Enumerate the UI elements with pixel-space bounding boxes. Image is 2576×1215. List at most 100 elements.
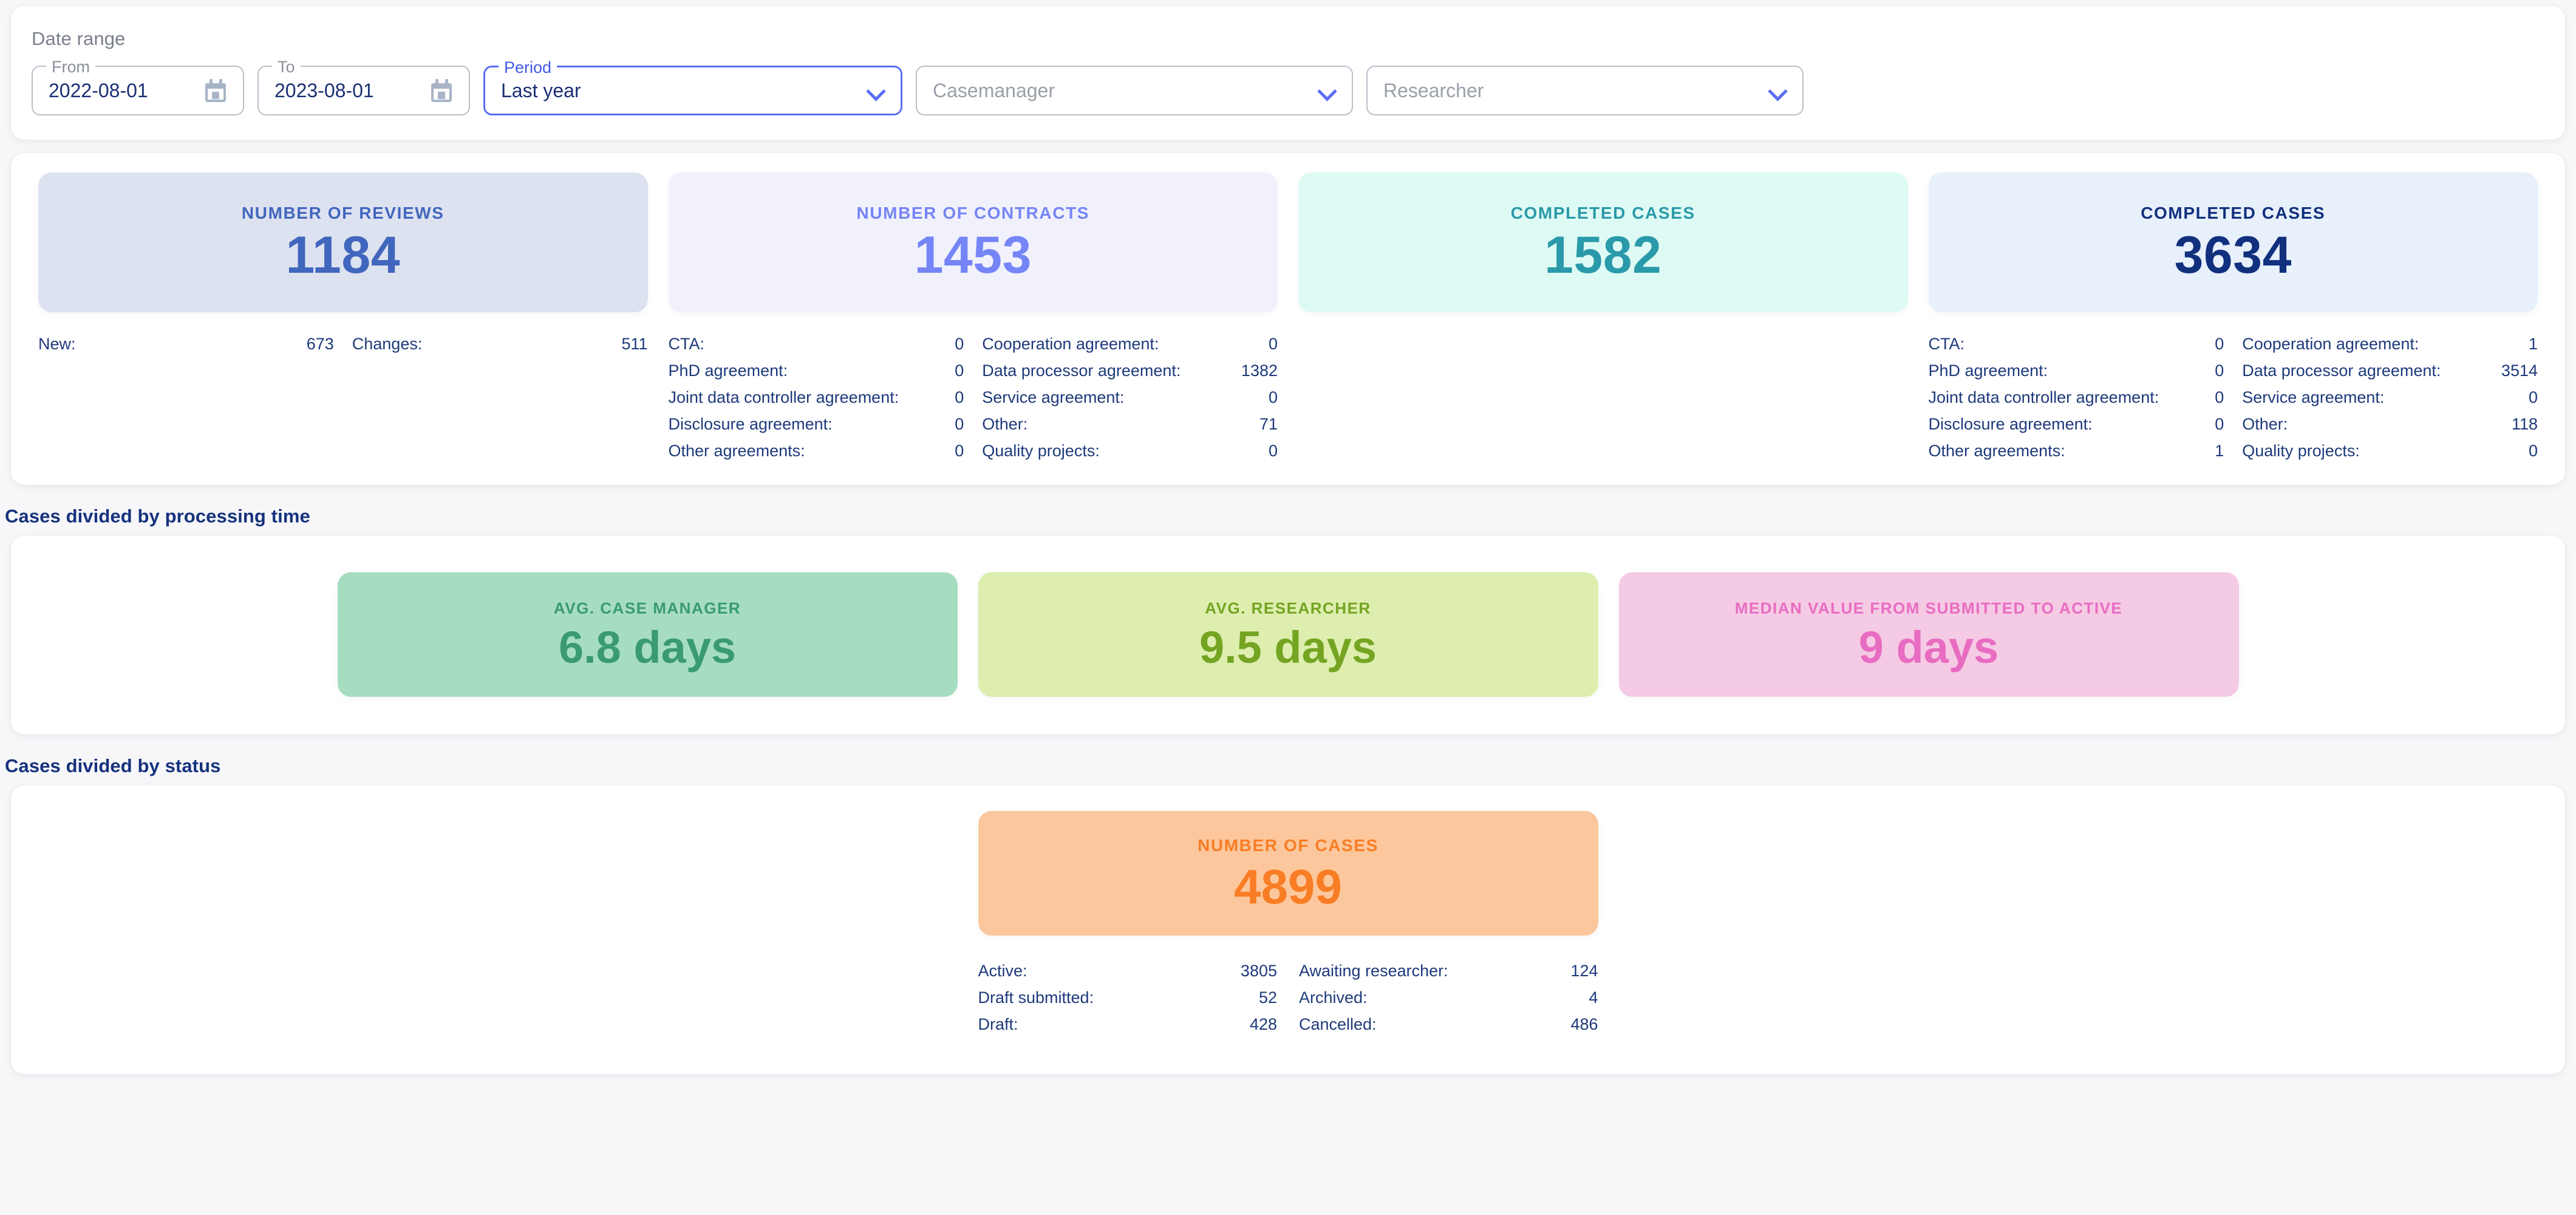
- detail-row: Quality projects: 0: [982, 437, 1278, 464]
- detail-value: 0: [2215, 415, 2224, 433]
- detail-value: 0: [1268, 335, 1278, 353]
- detail-row: New: 673: [38, 330, 334, 357]
- dashboard-page: Date range From 2022-08-01 To 2023-08-01: [0, 6, 2576, 1215]
- proc-card-avg-researcher[interactable]: Avg. researcher 9.5 days: [978, 572, 1598, 697]
- detail-value: 0: [1268, 442, 1278, 460]
- detail-value: 0: [2528, 442, 2538, 460]
- period-label: Period: [499, 57, 557, 78]
- kpi-card-contracts[interactable]: Number of contracts 1453: [668, 173, 1278, 312]
- detail-value: 1382: [1241, 361, 1278, 380]
- proc-card-median-submitted-to-active[interactable]: Median value from submitted to active 9 …: [1618, 572, 2239, 697]
- kpi-column-completed-teal: Completed cases 1582: [1288, 173, 1918, 464]
- detail-value: 673: [306, 335, 334, 353]
- calendar-icon[interactable]: [204, 79, 227, 102]
- date-to-input[interactable]: 2023-08-01: [274, 80, 430, 102]
- kpi-details-completed-navy: CTA: 0 PhD agreement: 0 Joint data contr…: [1929, 330, 2538, 464]
- status-card-number-of-cases[interactable]: Number of cases 4899: [978, 811, 1598, 936]
- detail-row: Archived: 4: [1299, 984, 1598, 1011]
- detail-value: 0: [955, 361, 964, 380]
- detail-row: Awaiting researcher: 124: [1299, 957, 1598, 984]
- kpi-value: 1582: [1544, 226, 1662, 284]
- proc-value: 9 days: [1858, 622, 1999, 673]
- chevron-down-icon[interactable]: [867, 81, 885, 100]
- detail-value: 0: [955, 335, 964, 353]
- detail-value: 0: [955, 415, 964, 433]
- detail-row: Other: 118: [2242, 411, 2538, 437]
- detail-value: 0: [955, 442, 964, 460]
- detail-row: CTA: 0: [1929, 330, 2224, 357]
- detail-label: Cooperation agreement:: [2242, 335, 2419, 353]
- chevron-down-icon[interactable]: [1318, 81, 1336, 100]
- detail-value: 428: [1249, 1015, 1277, 1033]
- detail-value: 0: [2215, 361, 2224, 380]
- detail-value: 0: [2215, 335, 2224, 353]
- calendar-icon[interactable]: [430, 79, 453, 102]
- detail-row: Changes: 511: [352, 330, 648, 357]
- kpi-card-completed-cases-navy[interactable]: Completed cases 3634: [1928, 173, 2538, 312]
- detail-value: 1: [2528, 335, 2538, 353]
- casemanager-select[interactable]: Casemanager: [916, 66, 1353, 115]
- section-title-status: Cases divided by status: [5, 755, 221, 776]
- kpi-details-reviews: New: 673 Changes: 511: [38, 330, 648, 357]
- detail-row: Quality projects: 0: [2242, 437, 2538, 464]
- kpi-value: 3634: [2174, 226, 2292, 284]
- researcher-select[interactable]: Researcher: [1366, 66, 1804, 115]
- detail-row: Service agreement: 0: [982, 384, 1278, 411]
- date-from-input[interactable]: 2022-08-01: [49, 80, 204, 102]
- period-select[interactable]: Period Last year: [483, 57, 902, 115]
- detail-label: Disclosure agreement:: [1928, 415, 2093, 433]
- status-value: 4899: [1234, 859, 1342, 914]
- detail-label: Quality projects:: [982, 442, 1100, 460]
- detail-value: 3805: [1240, 962, 1277, 980]
- date-to-field[interactable]: To 2023-08-01: [257, 56, 470, 115]
- kpi-title: Number of contracts: [856, 204, 1089, 222]
- detail-value: 0: [1268, 388, 1278, 406]
- detail-row: Data processor agreement: 3514: [2242, 357, 2538, 384]
- detail-label: Disclosure agreement:: [668, 415, 833, 433]
- detail-label: PhD agreement:: [1928, 361, 2048, 380]
- detail-label: Cooperation agreement:: [982, 335, 1159, 353]
- detail-row: Cooperation agreement: 1: [2242, 330, 2538, 357]
- kpi-value: 1453: [914, 226, 1032, 284]
- detail-column-right: Awaiting researcher: 124 Archived: 4 Can…: [1277, 957, 1598, 1038]
- kpi-card-completed-cases-teal[interactable]: Completed cases 1582: [1298, 173, 1908, 312]
- detail-row: Service agreement: 0: [2242, 384, 2538, 411]
- kpi-card-reviews[interactable]: Number of reviews 1184: [38, 173, 648, 312]
- proc-column-median: Median value from submitted to active 9 …: [1609, 572, 2249, 697]
- detail-label: Archived:: [1299, 988, 1368, 1007]
- researcher-placeholder: Researcher: [1383, 79, 1484, 101]
- detail-row: CTA: 0: [669, 330, 964, 357]
- detail-label: Joint data controller agreement:: [668, 388, 899, 406]
- chevron-down-icon[interactable]: [1768, 81, 1787, 100]
- detail-label: Other agreements:: [668, 442, 805, 460]
- detail-row: PhD agreement: 0: [1929, 357, 2224, 384]
- detail-row: Active: 3805: [978, 957, 1278, 984]
- date-range-legend: Date range: [32, 28, 126, 49]
- detail-row: Joint data controller agreement: 0: [1929, 384, 2224, 411]
- detail-value: 118: [2511, 415, 2538, 433]
- detail-row: Cancelled: 486: [1299, 1011, 1598, 1038]
- detail-label: Changes:: [352, 335, 423, 353]
- detail-row: Disclosure agreement: 0: [1929, 411, 2224, 437]
- proc-column-case-manager: Avg. case manager 6.8 days: [327, 572, 968, 697]
- detail-label: Joint data controller agreement:: [1928, 388, 2159, 406]
- filter-panel: Date range From 2022-08-01 To 2023-08-01: [11, 6, 2565, 140]
- detail-row: PhD agreement: 0: [669, 357, 964, 384]
- detail-row: Other agreements: 1: [1929, 437, 2224, 464]
- date-from-field[interactable]: From 2022-08-01: [32, 56, 244, 115]
- kpi-panel: Number of reviews 1184 New: 673 Changes:…: [11, 153, 2565, 485]
- kpi-title: Completed cases: [2141, 204, 2326, 222]
- detail-label: Draft submitted:: [978, 988, 1094, 1007]
- detail-value: 486: [1570, 1015, 1598, 1033]
- proc-value: 9.5 days: [1199, 622, 1377, 673]
- detail-column-left: Active: 3805 Draft submitted: 52 Draft: …: [978, 957, 1278, 1038]
- detail-label: New:: [38, 335, 76, 353]
- detail-column-left: CTA: 0 PhD agreement: 0 Joint data contr…: [1929, 330, 2224, 464]
- detail-column-right: Changes: 511: [334, 330, 648, 357]
- proc-card-avg-case-manager[interactable]: Avg. case manager 6.8 days: [337, 572, 958, 697]
- detail-value: 0: [2528, 388, 2538, 406]
- detail-column-left: New: 673: [38, 330, 334, 357]
- detail-label: Other agreements:: [1928, 442, 2065, 460]
- detail-label: PhD agreement:: [668, 361, 788, 380]
- detail-label: Service agreement:: [2242, 388, 2385, 406]
